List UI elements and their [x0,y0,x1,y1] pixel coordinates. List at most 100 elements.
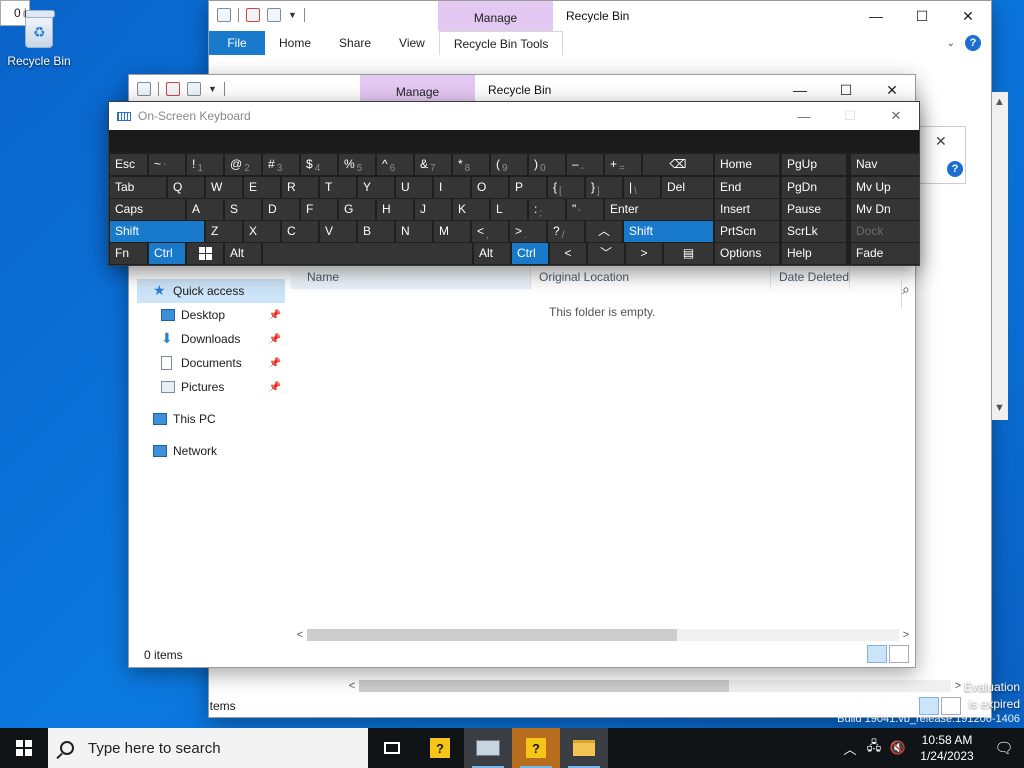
key-fn[interactable]: Fn [110,243,147,264]
qat-dropdown-icon[interactable]: ▼ [288,10,297,20]
key-down-arrow[interactable]: ﹀ [588,243,624,264]
osk-title-bar[interactable]: On-Screen Keyboard — ☐ ✕ [109,102,919,130]
key-3[interactable]: #3 [263,154,299,175]
key-n[interactable]: N [396,221,432,242]
key-4[interactable]: $4 [301,154,337,175]
task-view-button[interactable] [368,728,416,768]
key-5[interactable]: % 5 [339,154,375,175]
key-m[interactable]: M [434,221,470,242]
horizontal-scrollbar[interactable]: < > [293,628,913,642]
taskbar-app-file-explorer[interactable] [560,728,608,768]
key-h[interactable]: H [377,199,413,220]
start-button[interactable] [0,728,48,768]
key-enter[interactable]: Enter [605,199,713,220]
key-y[interactable]: Y [358,177,394,198]
key-right-brace[interactable]: }] [586,177,622,198]
nav-this-pc[interactable]: This PC [137,407,285,431]
key-o[interactable]: O [472,177,508,198]
new-folder-icon[interactable] [187,82,201,96]
key-minus[interactable]: – - [567,154,603,175]
key-8[interactable]: * 8 [453,154,489,175]
manage-tab[interactable]: Manage [438,1,553,31]
scroll-up-icon[interactable]: ▲ [994,96,1005,108]
nav-documents[interactable]: Documents 📌 [137,351,285,375]
key-colon[interactable]: :; [529,199,565,220]
key-v[interactable]: V [320,221,356,242]
key-pause[interactable]: Pause [782,199,846,220]
taskbar-search[interactable]: Type here to search [48,728,368,768]
key-e[interactable]: E [244,177,280,198]
search-icon[interactable]: ⌕ [901,281,915,309]
key-equals[interactable]: + = [605,154,641,175]
volume-muted-icon[interactable]: 🔇 [886,740,910,756]
scroll-left-icon[interactable]: < [293,629,307,641]
vertical-scrollbar-back[interactable]: ▲ ▼ [992,92,1008,420]
nav-desktop[interactable]: Desktop 📌 [137,303,285,327]
clock[interactable]: 10:58 AM 1/24/2023 [910,732,984,764]
key-k[interactable]: K [453,199,489,220]
key-mv-up[interactable]: Mv Up [851,177,919,198]
key-9[interactable]: (9 [491,154,527,175]
taskbar-app-help[interactable]: ? [416,728,464,768]
key-r[interactable]: R [282,177,318,198]
key-windows[interactable] [187,243,223,264]
key-del[interactable]: Del [662,177,713,198]
key-tilde[interactable]: ~ ` [149,154,185,175]
maximize-icon[interactable]: ☐ [899,1,945,31]
column-original-location[interactable]: Original Location [531,265,771,289]
close-icon[interactable]: ✕ [945,1,991,31]
key-1[interactable]: ! 1 [187,154,223,175]
collapse-ribbon-icon[interactable]: ⌄ [947,38,955,49]
key-right-shift[interactable]: Shift [624,221,713,242]
key-nav[interactable]: Nav [851,154,919,175]
tab-view[interactable]: View [385,36,439,50]
key-g[interactable]: G [339,199,375,220]
key-up-arrow[interactable]: ︿ [586,221,622,242]
key-esc[interactable]: Esc [110,154,147,175]
help-icon[interactable]: ? [947,161,963,177]
key-fade[interactable]: Fade [851,243,919,264]
key-right-ctrl[interactable]: Ctrl [512,243,548,264]
tab-file[interactable]: File [209,31,265,55]
key-c[interactable]: C [282,221,318,242]
key-slash[interactable]: ? / [548,221,584,242]
key-a[interactable]: A [187,199,223,220]
key-7[interactable]: & 7 [415,154,451,175]
key-tab[interactable]: Tab [110,177,166,198]
key-mv-dn[interactable]: Mv Dn [851,199,919,220]
key-backspace[interactable]: ⌫ [643,154,713,175]
key-pgup[interactable]: PgUp [782,154,846,175]
key-0[interactable]: ) 0 [529,154,565,175]
key-i[interactable]: I [434,177,470,198]
new-folder-icon[interactable] [267,8,281,22]
tab-share[interactable]: Share [325,36,385,50]
column-name[interactable]: Name [291,265,531,289]
key-w[interactable]: W [206,177,242,198]
tab-home[interactable]: Home [265,36,325,50]
key-j[interactable]: J [415,199,451,220]
key-f[interactable]: F [301,199,337,220]
help-icon[interactable]: ? [965,35,981,51]
key-home[interactable]: Home [715,154,779,175]
key-t[interactable]: T [320,177,356,198]
key-right-arrow[interactable]: > [626,243,662,264]
on-screen-keyboard[interactable]: On-Screen Keyboard — ☐ ✕ Esc ~ ` ! 1 @2 #3… [108,101,920,266]
key-q[interactable]: Q [168,177,204,198]
large-icons-view-icon[interactable] [889,645,909,663]
properties-icon[interactable] [137,82,151,96]
checklist-icon[interactable] [166,82,180,96]
key-quote[interactable]: " ' [567,199,603,220]
key-left-alt[interactable]: Alt [225,243,261,264]
column-date-deleted[interactable]: Date Deleted [771,265,851,289]
taskbar-app-help-active[interactable]: ? [512,728,560,768]
key-p[interactable]: P [510,177,546,198]
close-icon[interactable]: ✕ [935,133,947,150]
key-left-arrow[interactable]: < [550,243,586,264]
nav-downloads[interactable]: ⬇ Downloads 📌 [137,327,285,351]
chevron-up-icon[interactable]: ︿ [838,739,862,758]
notification-icon[interactable]: 🗨 [984,739,1024,757]
key-left-shift[interactable]: Shift [110,221,204,242]
minimize-icon[interactable]: — [853,1,899,31]
key-x[interactable]: X [244,221,280,242]
nav-pictures[interactable]: Pictures 📌 [137,375,285,399]
